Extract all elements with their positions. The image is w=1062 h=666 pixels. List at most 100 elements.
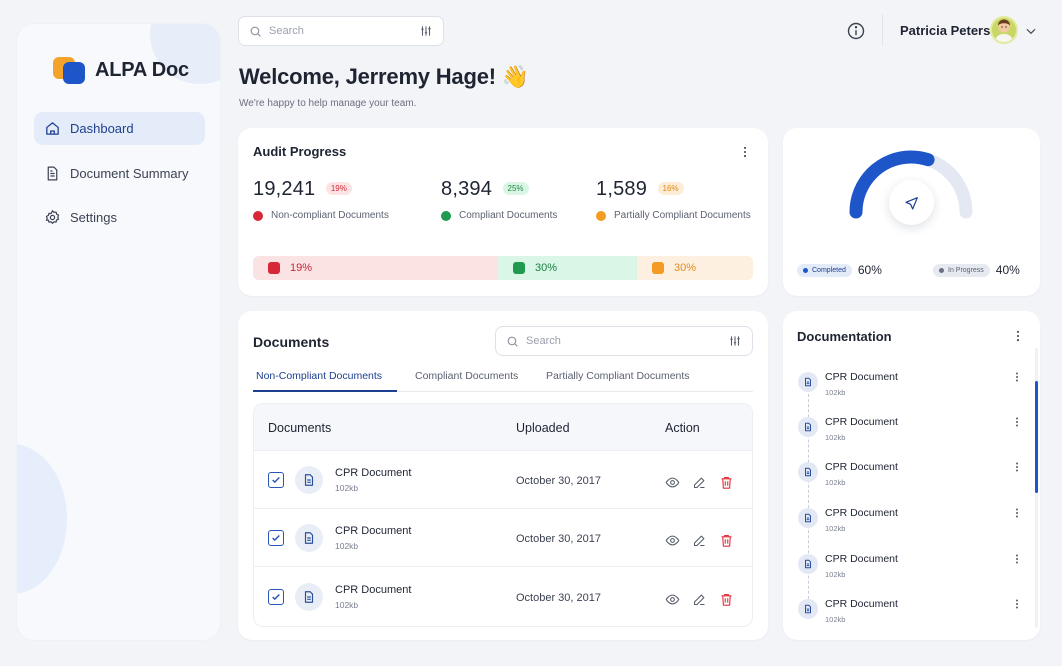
home-icon <box>46 122 59 135</box>
legend-label: Completed <box>812 266 846 274</box>
documents-card: Documents Non-Compliant Documents Compli… <box>238 311 768 640</box>
tab-non-compliant-documents[interactable]: Non-Compliant Documents <box>256 370 382 382</box>
app-logo[interactable]: ALPA Doc <box>53 57 189 84</box>
edit-pencil-icon[interactable] <box>692 533 707 548</box>
eye-icon[interactable] <box>665 475 680 490</box>
scrollbar-thumb[interactable] <box>1035 381 1038 493</box>
sidebar: ALPA Doc Dashboard Document Summary Sett… <box>16 23 221 641</box>
stat-badge: 19% <box>325 182 352 195</box>
row-checkbox[interactable] <box>268 589 284 605</box>
audit-progress-card: Audit Progress 19,241 19% Non-compliant … <box>238 128 768 296</box>
more-options-icon[interactable] <box>1011 416 1023 428</box>
list-item[interactable]: CPR Document 102kb <box>798 369 1028 409</box>
more-options-icon[interactable] <box>1011 598 1023 610</box>
eye-icon[interactable] <box>665 533 680 548</box>
segment-label: 30% <box>674 262 697 274</box>
stat-compliant: 8,394 25% Compliant Documents <box>441 178 557 221</box>
more-options-icon[interactable] <box>738 145 752 159</box>
orange-dot-icon <box>596 210 606 221</box>
sidebar-item-label: Settings <box>70 210 117 225</box>
more-options-icon[interactable] <box>1011 553 1023 565</box>
audit-progress-bar: 19% 30% 30% <box>253 256 753 280</box>
list-item[interactable]: CPR Document 102kb <box>798 596 1028 636</box>
file-name: CPR Document <box>825 553 898 565</box>
file-name: CPR Document <box>825 461 898 473</box>
row-checkbox[interactable] <box>268 530 284 546</box>
more-options-icon[interactable] <box>1011 461 1023 473</box>
card-title: Documents <box>253 334 330 350</box>
table-row[interactable]: CPR Document 102kb October 30, 2017 <box>254 566 752 624</box>
list-item[interactable]: CPR Document 102kb <box>798 505 1028 545</box>
row-checkbox[interactable] <box>268 472 284 488</box>
file-icon <box>798 372 818 392</box>
info-icon[interactable] <box>846 21 866 41</box>
page-title: Welcome, Jerremy Hage! 👋 <box>239 64 529 89</box>
stat-non-compliant: 19,241 19% Non-compliant Documents <box>253 178 389 221</box>
filter-sliders-icon[interactable] <box>728 334 742 348</box>
column-header-uploaded: Uploaded <box>516 421 570 435</box>
edit-pencil-icon[interactable] <box>692 592 707 607</box>
tab-partially-compliant-documents[interactable]: Partially Compliant Documents <box>546 370 690 382</box>
file-name: CPR Document <box>825 507 898 519</box>
decorative-blob <box>17 444 67 594</box>
file-size: 102kb <box>825 478 846 487</box>
uploaded-date: October 30, 2017 <box>516 533 602 545</box>
trash-icon[interactable] <box>719 533 734 548</box>
global-search[interactable] <box>238 16 444 46</box>
list-item[interactable]: CPR Document 102kb <box>798 459 1028 499</box>
eye-icon[interactable] <box>665 592 680 607</box>
progress-segment-compliant: 30% <box>498 256 637 280</box>
edit-pencil-icon[interactable] <box>692 475 707 490</box>
trash-icon[interactable] <box>719 475 734 490</box>
stat-label: Partially Compliant Documents <box>614 210 751 221</box>
document-icon <box>47 166 58 181</box>
card-title: Audit Progress <box>253 144 347 159</box>
tab-compliant-documents[interactable]: Compliant Documents <box>415 370 518 382</box>
legend-completed: Completed 60% <box>797 263 882 277</box>
sidebar-item-dashboard[interactable]: Dashboard <box>34 112 205 145</box>
check-icon <box>272 534 280 542</box>
file-size: 102kb <box>825 615 846 624</box>
filter-sliders-icon[interactable] <box>419 24 433 38</box>
column-header-documents: Documents <box>268 421 332 435</box>
legend-label: In Progress <box>948 266 984 274</box>
more-options-icon[interactable] <box>1011 329 1025 343</box>
more-options-icon[interactable] <box>1011 371 1023 383</box>
file-icon <box>295 466 323 494</box>
file-name[interactable]: CPR Document <box>335 525 411 537</box>
check-icon <box>272 593 280 601</box>
gauge-center-button[interactable] <box>889 180 934 225</box>
search-icon <box>507 336 518 347</box>
chevron-down-icon[interactable] <box>1024 24 1038 38</box>
gear-icon <box>45 210 60 224</box>
sidebar-item-settings[interactable]: Settings <box>34 201 205 234</box>
file-size: 102kb <box>335 541 359 551</box>
search-input[interactable] <box>526 335 721 347</box>
page-subtitle: We're happy to help manage your team. <box>239 98 417 109</box>
file-icon <box>798 462 818 482</box>
table-row[interactable]: CPR Document 102kb October 30, 2017 <box>254 508 752 566</box>
user-name[interactable]: Patricia Peters <box>900 23 990 38</box>
sidebar-item-label: Document Summary <box>70 166 189 181</box>
active-tab-indicator <box>253 390 397 392</box>
file-name[interactable]: CPR Document <box>335 584 411 596</box>
trash-icon[interactable] <box>719 592 734 607</box>
documents-search[interactable] <box>495 326 753 356</box>
table-header: Documents Uploaded Action <box>254 404 752 450</box>
list-item[interactable]: CPR Document 102kb <box>798 551 1028 591</box>
table-row[interactable]: CPR Document 102kb October 30, 2017 <box>254 450 752 508</box>
file-size: 102kb <box>825 524 846 533</box>
avatar[interactable] <box>990 16 1018 44</box>
stat-label: Non-compliant Documents <box>271 210 389 221</box>
divider <box>882 14 883 46</box>
file-name: CPR Document <box>825 598 898 610</box>
search-icon <box>250 26 261 37</box>
file-name[interactable]: CPR Document <box>335 467 411 479</box>
sidebar-item-document-summary[interactable]: Document Summary <box>34 157 205 190</box>
search-input[interactable] <box>269 25 412 37</box>
more-options-icon[interactable] <box>1011 507 1023 519</box>
sidebar-item-label: Dashboard <box>70 121 134 136</box>
list-item[interactable]: CPR Document 102kb <box>798 414 1028 454</box>
uploaded-date: October 30, 2017 <box>516 475 602 487</box>
stat-value: 8,394 <box>441 178 493 200</box>
